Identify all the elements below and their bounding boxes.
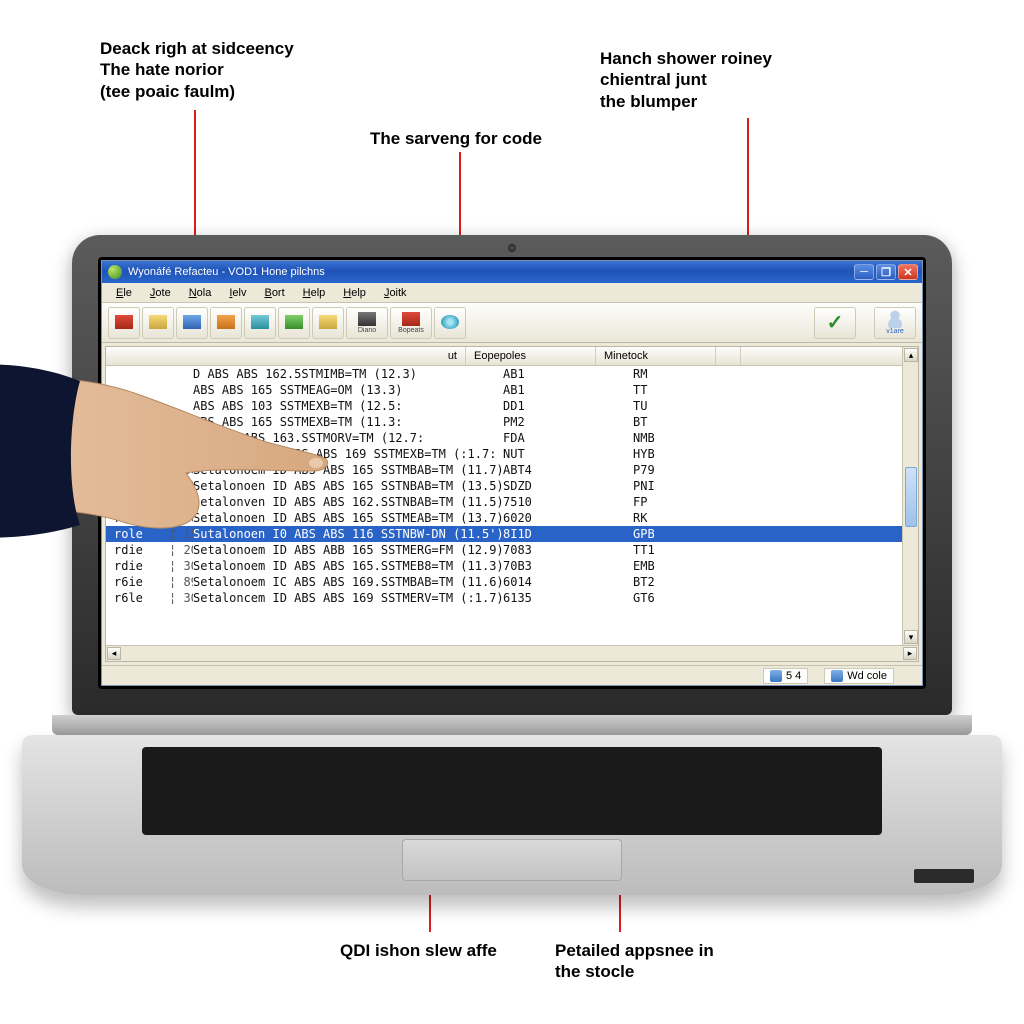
- laptop-hinge: [52, 715, 972, 735]
- grid-body[interactable]: D ABS ABS 162.5STMIMB=TM (12.3)AB1RMABS …: [106, 366, 918, 645]
- folder-icon: [319, 315, 337, 329]
- menu-item[interactable]: Nola: [181, 285, 220, 301]
- window-icon: [251, 315, 269, 329]
- stop-icon: [402, 312, 420, 326]
- menu-item[interactable]: Joitk: [376, 285, 415, 301]
- annotation-top-right: Hanch shower roiney chientral junt the b…: [600, 48, 772, 112]
- table-row[interactable]: r6ie¦ 89Setalonoem IC ABS ABS 169.SSTMBA…: [106, 574, 918, 590]
- table-row[interactable]: ABS ABS 103 SSTMEXB=TM (12.5:DD1TU: [106, 398, 918, 414]
- toolbar-button[interactable]: Bopeats: [390, 307, 432, 339]
- table-row[interactable]: ed!ABS ABS 165 SSTMEXB=TM (11.3:PM2BT: [106, 414, 918, 430]
- annotation-bottom-right: Petailed appsnee in the stocle: [555, 940, 714, 983]
- toolbar-button[interactable]: [434, 307, 466, 339]
- trackpad: [402, 839, 622, 881]
- status-bar: 5 4 Wd cole: [102, 665, 922, 685]
- menu-bar[interactable]: Ele Jote Nola Ielv Bort Help Help Joitk: [102, 283, 922, 303]
- annotation-top-left: Deack righ at sidceency The hate norior …: [100, 38, 294, 102]
- column-eopepoles[interactable]: Eopepoles: [466, 347, 596, 365]
- laptop: Wyonáfé Refacteu - VOD1 Hone pilchns ─ ❐…: [72, 235, 952, 895]
- toolbar-button[interactable]: [108, 307, 140, 339]
- data-grid: ut Eopepoles Minetock D ABS ABS 162.5STM…: [105, 346, 919, 662]
- window-controls: ─ ❐ ✕: [854, 264, 918, 280]
- menu-item[interactable]: Jote: [142, 285, 179, 301]
- brand-badge: [914, 869, 974, 883]
- toolbar-button[interactable]: [244, 307, 276, 339]
- laptop-deck: [22, 735, 1002, 895]
- status-pane-left: 5 4: [763, 668, 808, 684]
- scroll-up-icon[interactable]: ▴: [904, 348, 918, 362]
- toolbar-button[interactable]: [312, 307, 344, 339]
- menu-item[interactable]: Help: [295, 285, 334, 301]
- app-icon: [108, 265, 122, 279]
- vertical-scrollbar[interactable]: ▴ ▾: [902, 347, 918, 645]
- menu-item[interactable]: Bort: [256, 285, 292, 301]
- window-title: Wyonáfé Refacteu - VOD1 Hone pilchns: [128, 266, 854, 278]
- status-icon: [770, 670, 782, 682]
- user-button[interactable]: v1are: [874, 307, 916, 339]
- status-icon: [831, 670, 843, 682]
- table-row[interactable]: r6le¦ 30Setalonen ID ABS ABS 169 SSTMEXB…: [106, 446, 918, 462]
- table-row[interactable]: r6ie¦ 30Setalonoen ID ABS ABS 165 SSTNBA…: [106, 478, 918, 494]
- toolbar-button[interactable]: [278, 307, 310, 339]
- minimize-button[interactable]: ─: [854, 264, 874, 280]
- table-row[interactable]: r6ie¦ 34ID ABS ABS 163.SSTMORV=TM (12.7:…: [106, 430, 918, 446]
- open-icon: [149, 315, 167, 329]
- screen-bezel: Wyonáfé Refacteu - VOD1 Hone pilchns ─ ❐…: [72, 235, 952, 715]
- scroll-down-icon[interactable]: ▾: [904, 630, 918, 644]
- title-bar[interactable]: Wyonáfé Refacteu - VOD1 Hone pilchns ─ ❐…: [102, 261, 922, 283]
- export-icon: [217, 315, 235, 329]
- refresh-icon: [285, 315, 303, 329]
- scroll-corner: [716, 347, 741, 365]
- toolbar-button[interactable]: Diano: [346, 307, 388, 339]
- confirm-button[interactable]: [814, 307, 856, 339]
- horizontal-scrollbar[interactable]: ◂ ▸: [106, 645, 918, 661]
- annotation-bottom-left: QDI ishon slew affe: [340, 940, 497, 961]
- disk-icon: [358, 312, 376, 326]
- status-pane-right: Wd cole: [824, 668, 894, 684]
- table-row[interactable]: ABS ABS 165 SSTMEAG=OM (13.3)AB1TT: [106, 382, 918, 398]
- toolbar-button[interactable]: [176, 307, 208, 339]
- menu-item[interactable]: Ielv: [221, 285, 254, 301]
- table-row[interactable]: r6le¦ 20Setalonoen ID ABS ABS 165 SSTMEA…: [106, 510, 918, 526]
- user-icon: [886, 310, 904, 328]
- table-row[interactable]: rdie¦ 20Setalonoem ID ABS ABB 165 SSTMER…: [106, 542, 918, 558]
- close-button[interactable]: ✕: [898, 264, 918, 280]
- menu-item[interactable]: Ele: [108, 285, 140, 301]
- keyboard: [142, 747, 882, 835]
- pdf-icon: [115, 315, 133, 329]
- globe-icon: [441, 315, 459, 329]
- table-row[interactable]: role¦ 15Sutalonoen I0 ABS ABS 116 SSTNBW…: [106, 526, 918, 542]
- scroll-left-icon[interactable]: ◂: [107, 647, 121, 660]
- menu-item[interactable]: Help: [335, 285, 374, 301]
- scroll-right-icon[interactable]: ▸: [903, 647, 917, 660]
- table-row[interactable]: D ABS ABS 162.5STMIMB=TM (12.3)AB1RM: [106, 366, 918, 382]
- table-row[interactable]: ıdle¦ 30Setalonoem ID ABS ABS 165 SSTMBA…: [106, 462, 918, 478]
- toolbar: Diano Bopeats v1are: [102, 303, 922, 343]
- toolbar-button[interactable]: [142, 307, 174, 339]
- toolbar-button[interactable]: [210, 307, 242, 339]
- table-row[interactable]: r6le¦ 30Setaloncem ID ABS ABS 169 SSTMER…: [106, 590, 918, 606]
- screen: Wyonáfé Refacteu - VOD1 Hone pilchns ─ ❐…: [98, 257, 926, 689]
- column-minetock[interactable]: Minetock: [596, 347, 716, 365]
- annotation-top-center: The sarveng for code: [370, 128, 542, 149]
- table-row[interactable]: r6ie¦ 20Setalonven ID ABS ABS 162.SSTNBA…: [106, 494, 918, 510]
- grid-header[interactable]: ut Eopepoles Minetock: [106, 347, 918, 366]
- application-window: Wyonáfé Refacteu - VOD1 Hone pilchns ─ ❐…: [102, 261, 922, 685]
- column-ut[interactable]: ut: [106, 347, 466, 365]
- table-row[interactable]: rdie¦ 30Setalonoem ID ABS ABS 165.SSTMEB…: [106, 558, 918, 574]
- scroll-thumb[interactable]: [905, 467, 917, 527]
- maximize-button[interactable]: ❐: [876, 264, 896, 280]
- save-icon: [183, 315, 201, 329]
- camera-dot: [508, 244, 516, 252]
